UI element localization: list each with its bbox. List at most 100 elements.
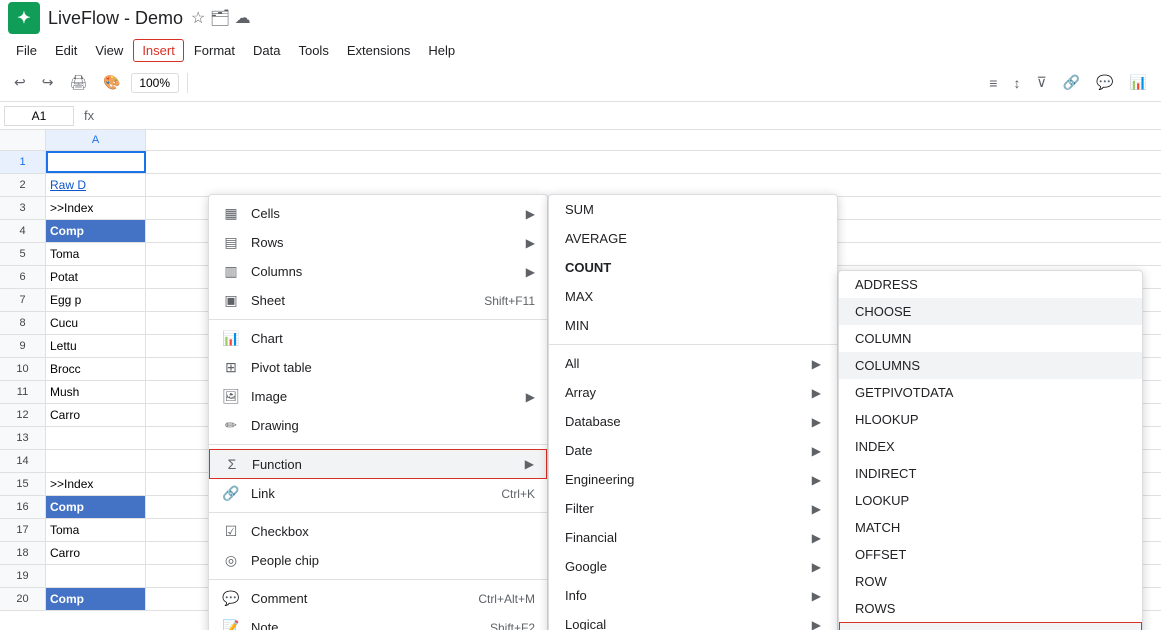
comment-button[interactable]: 💬 (1090, 70, 1119, 95)
formula-input[interactable] (104, 108, 1157, 123)
lookup-columns[interactable]: COLUMNS (839, 352, 1142, 379)
link-icon: 🔗 (221, 485, 241, 502)
insert-link[interactable]: 🔗 Link Ctrl+K (209, 479, 547, 508)
lookup-index[interactable]: INDEX (839, 433, 1142, 460)
insert-note[interactable]: 📝 Note Shift+F2 (209, 613, 547, 630)
insert-pivot[interactable]: ⊞ Pivot table (209, 353, 547, 382)
menu-data[interactable]: Data (245, 40, 288, 61)
func-average[interactable]: AVERAGE (549, 224, 837, 253)
lookup-rows[interactable]: ROWS (839, 595, 1142, 622)
func-min[interactable]: MIN (549, 311, 837, 340)
link-button[interactable]: 🔗 (1057, 70, 1086, 95)
redo-button[interactable]: ↪ (36, 70, 60, 95)
lookup-hlookup[interactable]: HLOOKUP (839, 406, 1142, 433)
lookup-row[interactable]: ROW (839, 568, 1142, 595)
func-financial[interactable]: Financial ▶ (549, 523, 837, 552)
menu-format[interactable]: Format (186, 40, 243, 61)
lookup-lookup[interactable]: LOOKUP (839, 487, 1142, 514)
func-sum[interactable]: SUM (549, 195, 837, 224)
cell-a2[interactable]: Raw D (46, 174, 146, 196)
lookup-list[interactable]: ADDRESS CHOOSE COLUMN COLUMNS GETPIVOTDA… (838, 270, 1143, 630)
func-filter[interactable]: Filter ▶ (549, 494, 837, 523)
func-all[interactable]: All ▶ (549, 349, 837, 378)
cell-a3[interactable]: >>Index (46, 197, 146, 219)
menu-view[interactable]: View (87, 40, 131, 61)
lookup-indirect[interactable]: INDIRECT (839, 460, 1142, 487)
func-array[interactable]: Array ▶ (549, 378, 837, 407)
lookup-offset[interactable]: OFFSET (839, 541, 1142, 568)
menu-insert[interactable]: Insert (133, 39, 184, 62)
cell-a8[interactable]: Cucu (46, 312, 146, 334)
sort-button[interactable]: ↕ (1007, 71, 1026, 95)
insert-people[interactable]: ◎ People chip (209, 546, 547, 575)
cell-a9[interactable]: Lettu (46, 335, 146, 357)
cell-a15[interactable]: >>Index (46, 473, 146, 495)
cells-icon: ▦ (221, 205, 241, 222)
menu-extensions[interactable]: Extensions (339, 40, 419, 61)
func-engineering[interactable]: Engineering ▶ (549, 465, 837, 494)
print-button[interactable]: 🖨 (63, 70, 93, 95)
lookup-address[interactable]: ADDRESS (839, 271, 1142, 298)
insert-rows[interactable]: ▤ Rows ▶ (209, 228, 547, 257)
cell-a16[interactable]: Comp (46, 496, 146, 518)
cell-a17[interactable]: Toma (46, 519, 146, 541)
filter-button[interactable]: ⊽ (1030, 70, 1052, 95)
lookup-choose[interactable]: CHOOSE (839, 298, 1142, 325)
lookup-getpivotdata[interactable]: GETPIVOTDATA (839, 379, 1142, 406)
function-icon: Σ (222, 456, 242, 472)
function-submenu[interactable]: SUM AVERAGE COUNT MAX MIN All ▶ (548, 194, 838, 630)
insert-sheet[interactable]: ▣ Sheet Shift+F11 (209, 286, 547, 315)
cell-a12[interactable]: Carro (46, 404, 146, 426)
func-date[interactable]: Date ▶ (549, 436, 837, 465)
menu-help[interactable]: Help (420, 40, 463, 61)
cell-a11[interactable]: Mush (46, 381, 146, 403)
insert-image[interactable]: 🖼 Image ▶ (209, 382, 547, 411)
lookup-match[interactable]: MATCH (839, 514, 1142, 541)
cell-a4[interactable]: Comp (46, 220, 146, 242)
app-title: LiveFlow - Demo (48, 8, 183, 29)
col-header-a[interactable]: A (46, 130, 146, 150)
func-count[interactable]: COUNT (549, 253, 837, 282)
insert-function[interactable]: Σ Function ▶ (209, 449, 547, 479)
lookup-column[interactable]: COLUMN (839, 325, 1142, 352)
insert-comment[interactable]: 💬 Comment Ctrl+Alt+M (209, 584, 547, 613)
cell-a13[interactable] (46, 427, 146, 449)
func-logical[interactable]: Logical ▶ (549, 610, 837, 630)
logical-arrow: ▶ (812, 618, 821, 630)
row-num-7: 7 (0, 289, 46, 311)
cell-a1[interactable] (46, 151, 146, 173)
cell-a10[interactable]: Brocc (46, 358, 146, 380)
insert-columns[interactable]: ▥ Columns ▶ (209, 257, 547, 286)
zoom-box[interactable]: 100% (131, 73, 179, 93)
cell-a6[interactable]: Potat (46, 266, 146, 288)
func-max[interactable]: MAX (549, 282, 837, 311)
insert-cells[interactable]: ▦ Cells ▶ (209, 199, 547, 228)
lookup-vlookup[interactable]: VLOOKUP (839, 622, 1142, 630)
cell-a19[interactable] (46, 565, 146, 587)
undo-button[interactable]: ↩ (8, 70, 32, 95)
func-google[interactable]: Google ▶ (549, 552, 837, 581)
chart-button[interactable]: 📊 (1124, 70, 1153, 95)
cell-a18[interactable]: Carro (46, 542, 146, 564)
insert-menu[interactable]: ▦ Cells ▶ ▤ Rows ▶ ▥ Columns ▶ (208, 194, 548, 630)
paint-format-button[interactable]: 🎨 (97, 70, 126, 95)
note-icon: 📝 (221, 619, 241, 630)
cell-a5[interactable]: Toma (46, 243, 146, 265)
insert-chart[interactable]: 📊 Chart (209, 324, 547, 353)
align-button[interactable]: ≡ (983, 71, 1003, 95)
cell-a14[interactable] (46, 450, 146, 472)
menu-file[interactable]: File (8, 40, 45, 61)
menu-tools[interactable]: Tools (290, 40, 336, 61)
insert-checkbox[interactable]: ☑ Checkbox (209, 517, 547, 546)
func-database[interactable]: Database ▶ (549, 407, 837, 436)
insert-menu-section-4: ☑ Checkbox ◎ People chip (209, 512, 547, 579)
insert-drawing[interactable]: ✏ Drawing (209, 411, 547, 440)
cell-reference-input[interactable]: A1 (4, 106, 74, 126)
cell-a20[interactable]: Comp (46, 588, 146, 610)
cells-label: Cells (251, 206, 522, 221)
func-info[interactable]: Info ▶ (549, 581, 837, 610)
cell-a7[interactable]: Egg p (46, 289, 146, 311)
engineering-label: Engineering (565, 472, 812, 487)
menu-edit[interactable]: Edit (47, 40, 85, 61)
checkbox-icon: ☑ (221, 523, 241, 540)
